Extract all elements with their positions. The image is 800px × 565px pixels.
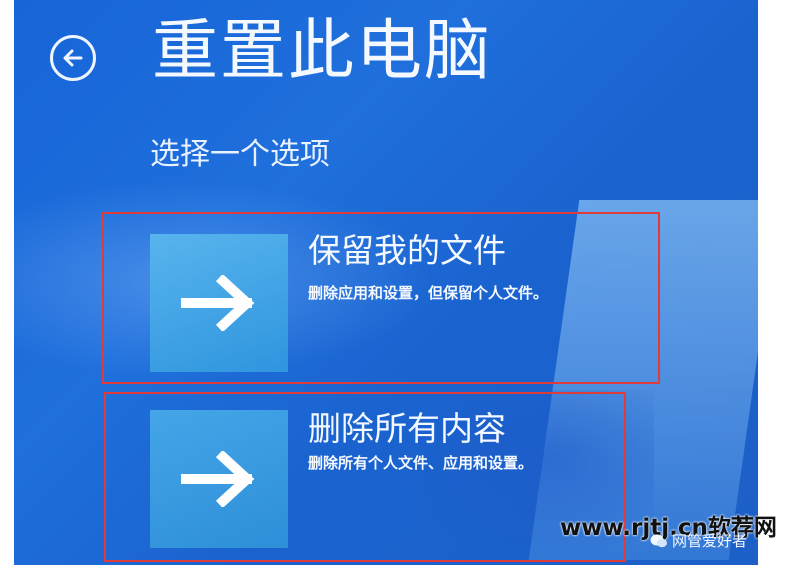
option-description: 删除所有个人文件、应用和设置。 (308, 454, 534, 472)
watermark-account: 网管爱好者 (650, 530, 747, 551)
option-remove-everything[interactable]: 删除所有内容 删除所有个人文件、应用和设置。 (104, 392, 626, 562)
page-subtitle: 选择一个选项 (150, 137, 330, 172)
back-button[interactable] (50, 35, 96, 81)
watermark-account-name: 网管爱好者 (672, 532, 748, 550)
arrow-left-circle-icon (63, 49, 83, 67)
wechat-icon (650, 534, 667, 547)
option-tile (150, 410, 288, 548)
option-title: 保留我的文件 (308, 231, 506, 270)
option-keep-my-files[interactable]: 保留我的文件 删除应用和设置，但保留个人文件。 (102, 212, 660, 384)
option-tile (150, 234, 288, 372)
option-title: 删除所有内容 (308, 409, 506, 448)
arrow-right-icon (181, 275, 255, 331)
option-description: 删除应用和设置，但保留个人文件。 (308, 284, 549, 302)
reset-pc-screen: 重置此电脑 选择一个选项 保留我的文件 删除应用和设置，但保留个人文件。 删除所… (14, 0, 758, 565)
page-title: 重置此电脑 (152, 12, 492, 89)
arrow-right-icon (181, 451, 255, 507)
